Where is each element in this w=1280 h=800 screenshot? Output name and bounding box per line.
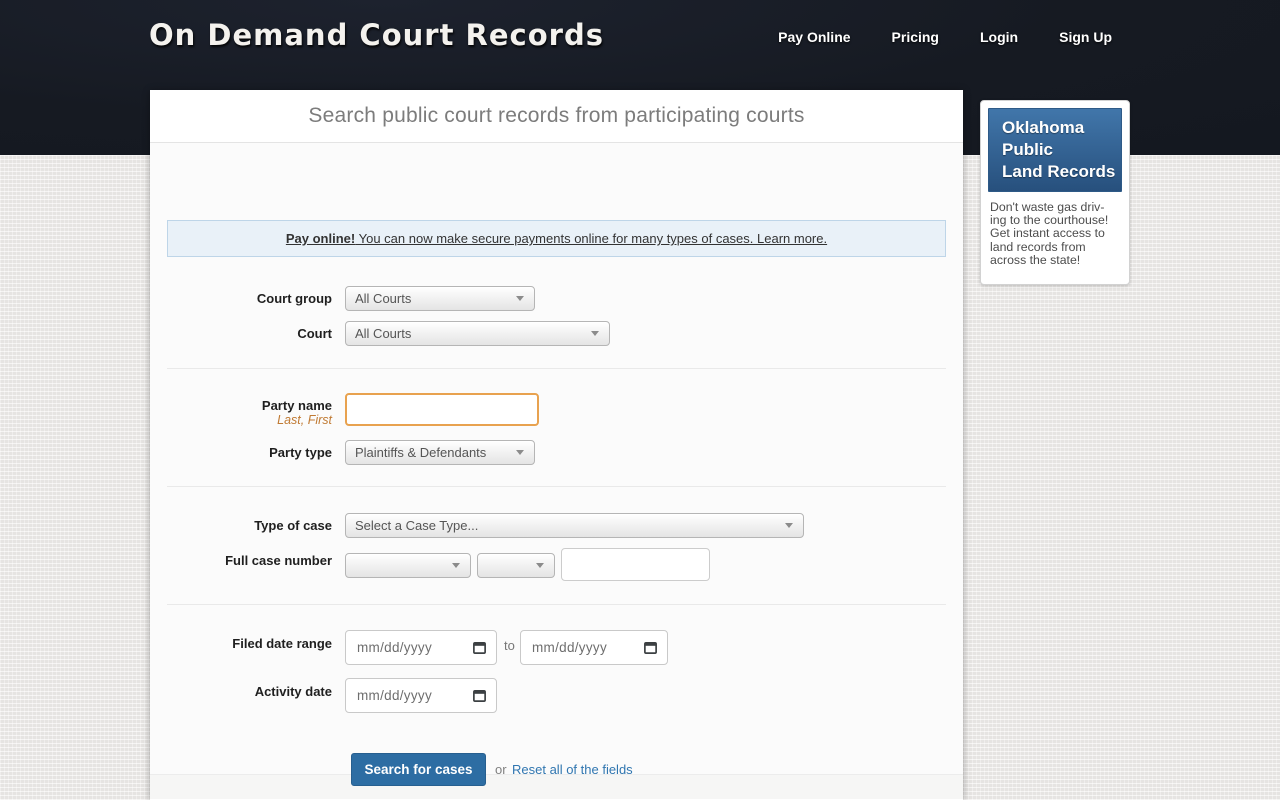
land-records-ad-banner: Oklahoma Public Land Records (988, 108, 1122, 192)
ad-body-line: Get instant access to (990, 226, 1105, 241)
ad-title-line: Oklahoma (1002, 118, 1085, 137)
land-records-ad-text: Don't waste gas driv- ing to the courtho… (990, 200, 1121, 267)
party-name-label: Party name (261, 398, 332, 413)
chevron-down-icon (591, 331, 599, 336)
search-for-cases-button[interactable]: Search for cases (351, 753, 486, 786)
section-divider (167, 368, 946, 369)
chevron-down-icon (536, 563, 544, 568)
court-group-label: Court group (256, 291, 332, 306)
chevron-down-icon (516, 296, 524, 301)
activity-date-label: Activity date (254, 684, 332, 699)
site-logo[interactable]: On Demand Court Records (149, 18, 604, 52)
search-panel: Search public court records from partici… (150, 90, 963, 800)
case-number-type-select[interactable] (477, 553, 555, 578)
filed-date-label: Filed date range (232, 636, 332, 651)
activity-date-input[interactable]: mm/dd/yyyy (345, 678, 497, 713)
calendar-icon[interactable] (472, 688, 487, 703)
nav-login[interactable]: Login (980, 29, 1018, 45)
court-group-select-value: All Courts (355, 291, 412, 306)
or-word: or (495, 762, 507, 777)
search-form: Pay online! You can now make secure paym… (150, 143, 963, 786)
case-type-select[interactable]: Select a Case Type... (345, 513, 804, 538)
party-name-hint: Last, First (277, 413, 332, 427)
party-type-label: Party type (269, 445, 332, 460)
party-type-select[interactable]: Plaintiffs & Defendants (345, 440, 535, 465)
pay-online-banner-bold: Pay online! (285, 231, 356, 246)
case-type-label: Type of case (254, 518, 332, 533)
pay-online-banner: Pay online! You can now make secure paym… (167, 220, 946, 257)
court-select[interactable]: All Courts (345, 321, 610, 346)
filed-date-from-input[interactable]: mm/dd/yyyy (345, 630, 497, 665)
main-nav: Pay Online Pricing Login Sign Up (778, 29, 1112, 45)
calendar-icon[interactable] (643, 640, 658, 655)
filed-date-from-placeholder: mm/dd/yyyy (357, 640, 433, 655)
panel-footer-strip (150, 774, 963, 799)
court-group-select[interactable]: All Courts (345, 286, 535, 311)
party-name-input[interactable] (345, 393, 539, 426)
activity-date-placeholder: mm/dd/yyyy (357, 688, 433, 703)
case-number-label: Full case number (225, 553, 332, 568)
land-records-ad[interactable]: Oklahoma Public Land Records Don't waste… (980, 100, 1130, 285)
nav-pricing[interactable]: Pricing (892, 29, 939, 45)
section-divider (167, 486, 946, 487)
court-label: Court (297, 326, 332, 341)
pay-online-banner-link[interactable]: Pay online! You can now make secure paym… (286, 231, 827, 246)
ad-body-line: across the state! (990, 252, 1081, 267)
case-type-select-value: Select a Case Type... (355, 518, 479, 533)
section-divider (167, 604, 946, 605)
filed-date-to-placeholder: mm/dd/yyyy (532, 640, 608, 655)
nav-pay-online[interactable]: Pay Online (778, 29, 850, 45)
calendar-icon[interactable] (472, 640, 487, 655)
ad-title-line: Land Records (1002, 162, 1116, 181)
chevron-down-icon (785, 523, 793, 528)
case-number-input[interactable] (561, 548, 710, 581)
chevron-down-icon (452, 563, 460, 568)
page-title: Search public court records from partici… (308, 104, 805, 127)
court-select-value: All Courts (355, 326, 412, 341)
panel-title-bar: Search public court records from partici… (150, 90, 963, 143)
case-number-year-select[interactable] (345, 553, 471, 578)
nav-sign-up[interactable]: Sign Up (1059, 29, 1112, 45)
chevron-down-icon (516, 450, 524, 455)
pay-online-banner-text: You can now make secure payments online … (355, 231, 828, 246)
ad-body-line: land records from (990, 239, 1086, 254)
filed-date-to-word: to (504, 638, 515, 653)
reset-fields-link[interactable]: Reset all of the fields (512, 762, 633, 777)
party-type-select-value: Plaintiffs & Defendants (355, 445, 487, 460)
filed-date-to-input[interactable]: mm/dd/yyyy (520, 630, 668, 665)
ad-title-line: Public (1002, 140, 1054, 159)
